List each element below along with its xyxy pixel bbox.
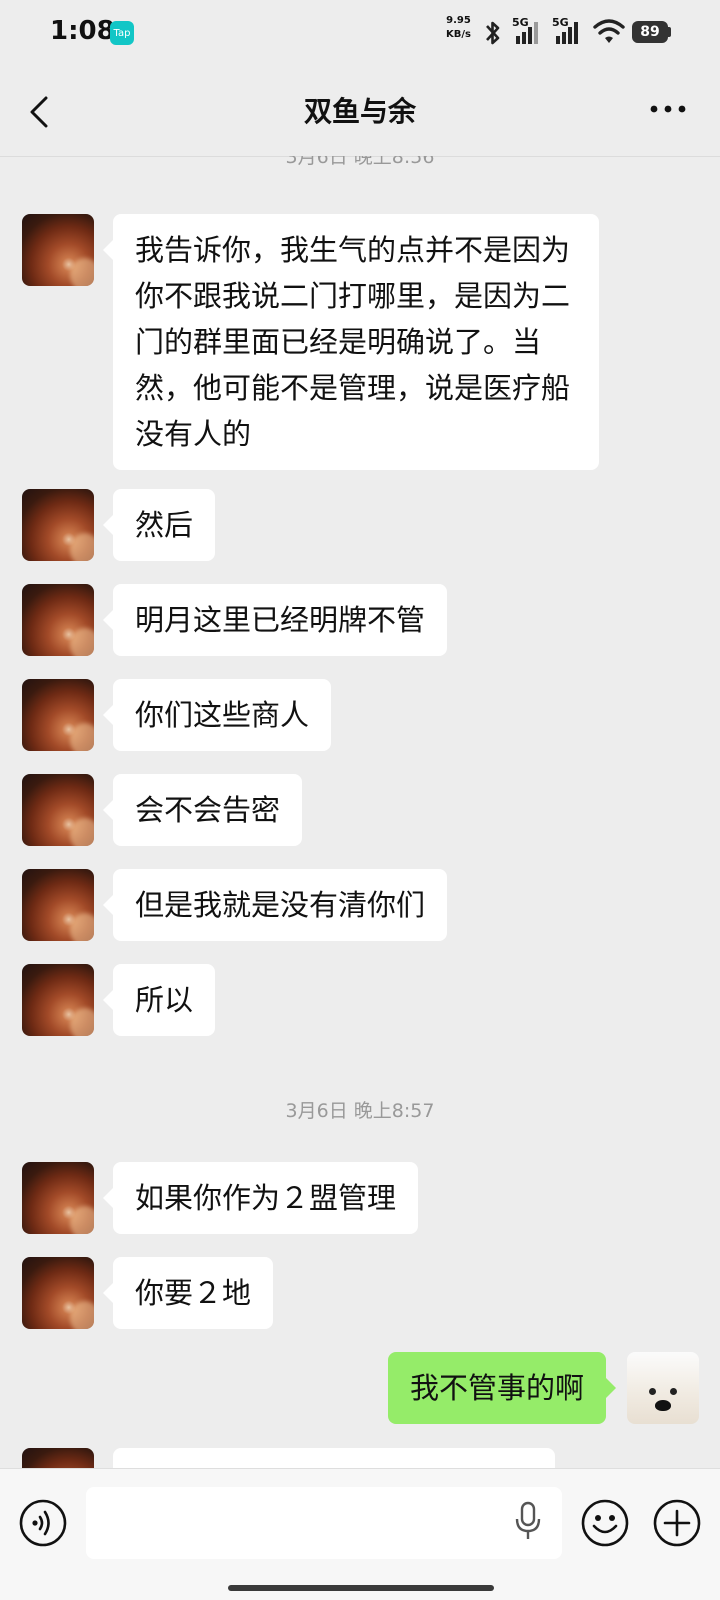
timestamp: 3月6日 晚上8:56 [285,156,435,168]
my-avatar[interactable] [627,1352,699,1424]
status-time: 1:08 [50,16,115,46]
tap-app-icon: Tap [110,21,134,45]
status-bar: 1:08 Tap 9.95 KB/s 5G 5G 89 [0,0,720,64]
signal-5g-icon: 5G [512,16,540,46]
message-bubble-partial[interactable] [113,1448,555,1468]
message-bubble[interactable]: 然后 [102,489,216,561]
network-speed-unit: KB/s [446,29,471,40]
network-speed-value: 9.95 [446,15,471,26]
plus-icon[interactable] [652,1498,702,1548]
contact-avatar[interactable] [22,489,94,561]
dog-eye [649,1388,656,1395]
message-bubble[interactable]: 你要２地 [102,1257,274,1329]
timestamp: 3月6日 晚上8:57 [285,1100,435,1122]
message-bubble[interactable]: 但是我就是没有清你们 [102,869,448,941]
message-bubble[interactable]: 我告诉你，我生气的点并不是因为你不跟我说二门打哪里，是因为二门的群里面已经是明确… [103,214,599,470]
more-dots-icon[interactable] [650,104,686,114]
message-input[interactable] [86,1487,562,1559]
battery-cap [668,27,671,37]
message-bubble[interactable]: 明月这里已经明牌不管 [102,584,448,656]
signal-5g-icon-2: 5G [552,16,580,46]
voice-mode-icon[interactable] [18,1498,68,1548]
contact-avatar[interactable] [22,1257,94,1329]
dog-eye [670,1388,677,1395]
bluetooth-icon [486,21,500,45]
microphone-icon[interactable] [515,1501,541,1541]
message-bubble[interactable]: 所以 [102,964,216,1036]
dog-nose [655,1400,671,1411]
message-bubble[interactable]: 会不会告密 [102,774,303,846]
input-bar [0,1468,720,1600]
emoji-icon[interactable] [580,1498,630,1548]
chat-title: 双鱼与余 [303,95,416,128]
contact-avatar[interactable] [22,774,94,846]
my-message-bubble[interactable]: 我不管事的啊 [387,1352,617,1424]
contact-avatar[interactable] [22,869,94,941]
contact-avatar[interactable] [22,214,94,286]
message-list[interactable]: 3月6日 晚上8:56 我告诉你，我生气的点并不是因为你不跟我说二门打哪里，是因… [0,156,720,1468]
contact-avatar[interactable] [22,964,94,1036]
contact-avatar[interactable] [22,1162,94,1234]
contact-avatar[interactable] [22,584,94,656]
contact-avatar[interactable] [22,1448,94,1468]
contact-avatar[interactable] [22,679,94,751]
chat-header: 双鱼与余 [0,64,720,157]
message-bubble[interactable]: 你们这些商人 [102,679,332,751]
message-bubble[interactable]: 如果你作为２盟管理 [102,1162,419,1234]
network-speed: 9.95 KB/s [446,14,471,42]
home-indicator[interactable] [228,1585,494,1591]
chat-screen: 1:08 Tap 9.95 KB/s 5G 5G 89 双鱼与余 3月6日 晚上… [0,0,720,1600]
battery-level: 89 [632,21,668,43]
wifi-icon [593,19,625,43]
